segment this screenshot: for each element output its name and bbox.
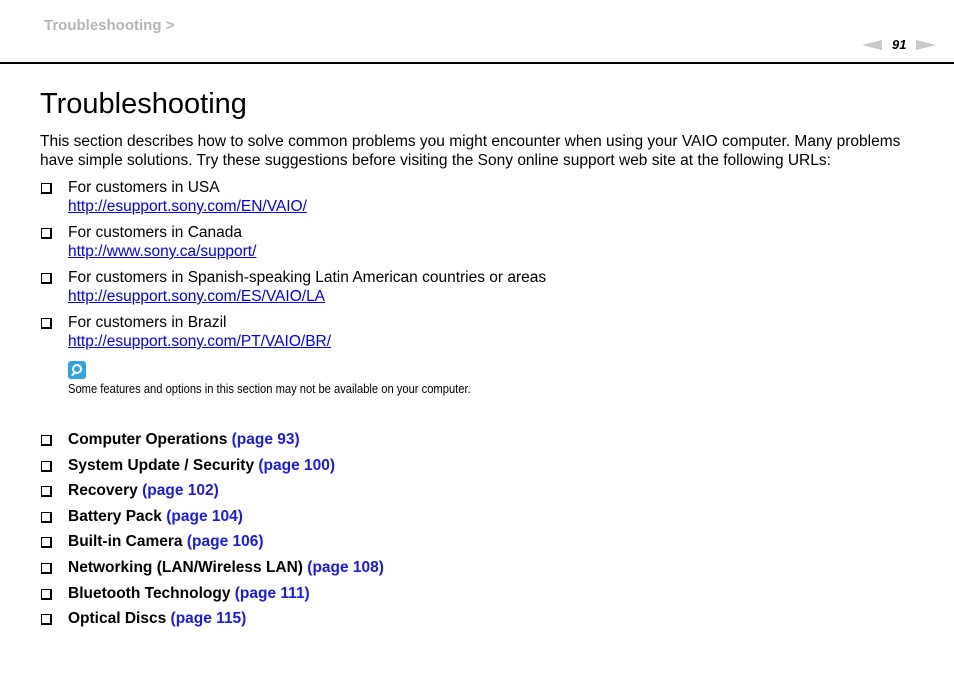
note-text: Some features and options in this sectio… [68,381,471,396]
topic-item: Networking (LAN/Wireless LAN) (page 108) [40,558,384,577]
checkbox-bullet-icon [41,562,52,574]
list-item: For customers in Spanish-speaking Latin … [40,268,546,306]
page-navigator: 91 [862,37,937,52]
topic-label: System Update / Security [68,456,255,474]
page-title: Troubleshooting [40,88,247,120]
topic-page-link[interactable]: (page 93) [232,431,300,448]
support-link[interactable]: http://esupport.sony.com/ES/VAIO/LA [68,288,325,305]
topic-label: Computer Operations [68,431,228,448]
topic-page-link[interactable]: (page 106) [187,533,264,550]
support-link[interactable]: http://esupport.sony.com/PT/VAIO/BR/ [68,333,331,350]
checkbox-bullet-icon [41,318,52,329]
checkbox-bullet-icon [41,511,52,523]
checkbox-bullet-icon [41,228,52,239]
topic-label: Bluetooth Technology [68,584,231,602]
topic-item: Bluetooth Technology (page 111) [40,584,384,603]
checkbox-bullet-icon [41,537,52,549]
topic-item: Built-in Camera (page 106) [40,532,384,551]
checkbox-bullet-icon [41,588,52,600]
topic-item: Battery Pack (page 104) [40,507,384,526]
topic-item: Recovery (page 102) [40,481,384,500]
magnifier-note-icon [68,361,86,379]
list-item: For customers in USA http://esupport.son… [40,178,546,216]
triangle-left-icon[interactable] [862,39,882,50]
support-region-label: For customers in Brazil [68,314,227,331]
checkbox-bullet-icon [41,614,52,626]
topic-page-link[interactable]: (page 115) [171,610,247,627]
topic-label: Recovery [68,482,138,500]
topic-item: System Update / Security (page 100) [40,456,384,475]
triangle-right-icon[interactable] [916,39,937,50]
support-site-list: For customers in USA http://esupport.son… [40,178,546,358]
checkbox-bullet-icon [41,273,52,284]
checkbox-bullet-icon [41,460,52,472]
checkbox-bullet-icon [41,486,52,498]
topic-label: Networking (LAN/Wireless LAN) [68,558,303,576]
support-region-label: For customers in Spanish-speaking Latin … [68,269,547,286]
topic-page-link[interactable]: (page 108) [307,559,384,576]
topic-page-link[interactable]: (page 104) [166,508,243,525]
intro-paragraph: This section describes how to solve comm… [40,133,901,169]
topic-page-link[interactable]: (page 102) [142,482,219,499]
page-number: 91 [892,37,907,52]
topic-label: Optical Discs [68,610,167,628]
topic-page-link[interactable]: (page 111) [235,585,310,602]
topic-item: Optical Discs (page 115) [40,609,384,628]
topic-page-link[interactable]: (page 100) [258,457,335,474]
support-link[interactable]: http://esupport.sony.com/EN/VAIO/ [68,198,307,215]
topic-label: Battery Pack [68,507,162,525]
header-divider [0,62,954,64]
checkbox-bullet-icon [41,183,52,194]
checkbox-bullet-icon [41,435,52,446]
support-region-label: For customers in Canada [68,224,243,241]
topic-list: Computer Operations (page 93) System Upd… [40,430,384,635]
topic-label: Built-in Camera [68,533,183,551]
list-item: For customers in Brazil http://esupport.… [40,313,546,351]
topic-item: Computer Operations (page 93) [40,430,384,449]
note-block: Some features and options in this sectio… [68,361,536,396]
support-link[interactable]: http://www.sony.ca/support/ [68,243,256,260]
breadcrumb[interactable]: Troubleshooting > [44,17,174,34]
list-item: For customers in Canada http://www.sony.… [40,223,546,261]
support-region-label: For customers in USA [68,179,220,196]
